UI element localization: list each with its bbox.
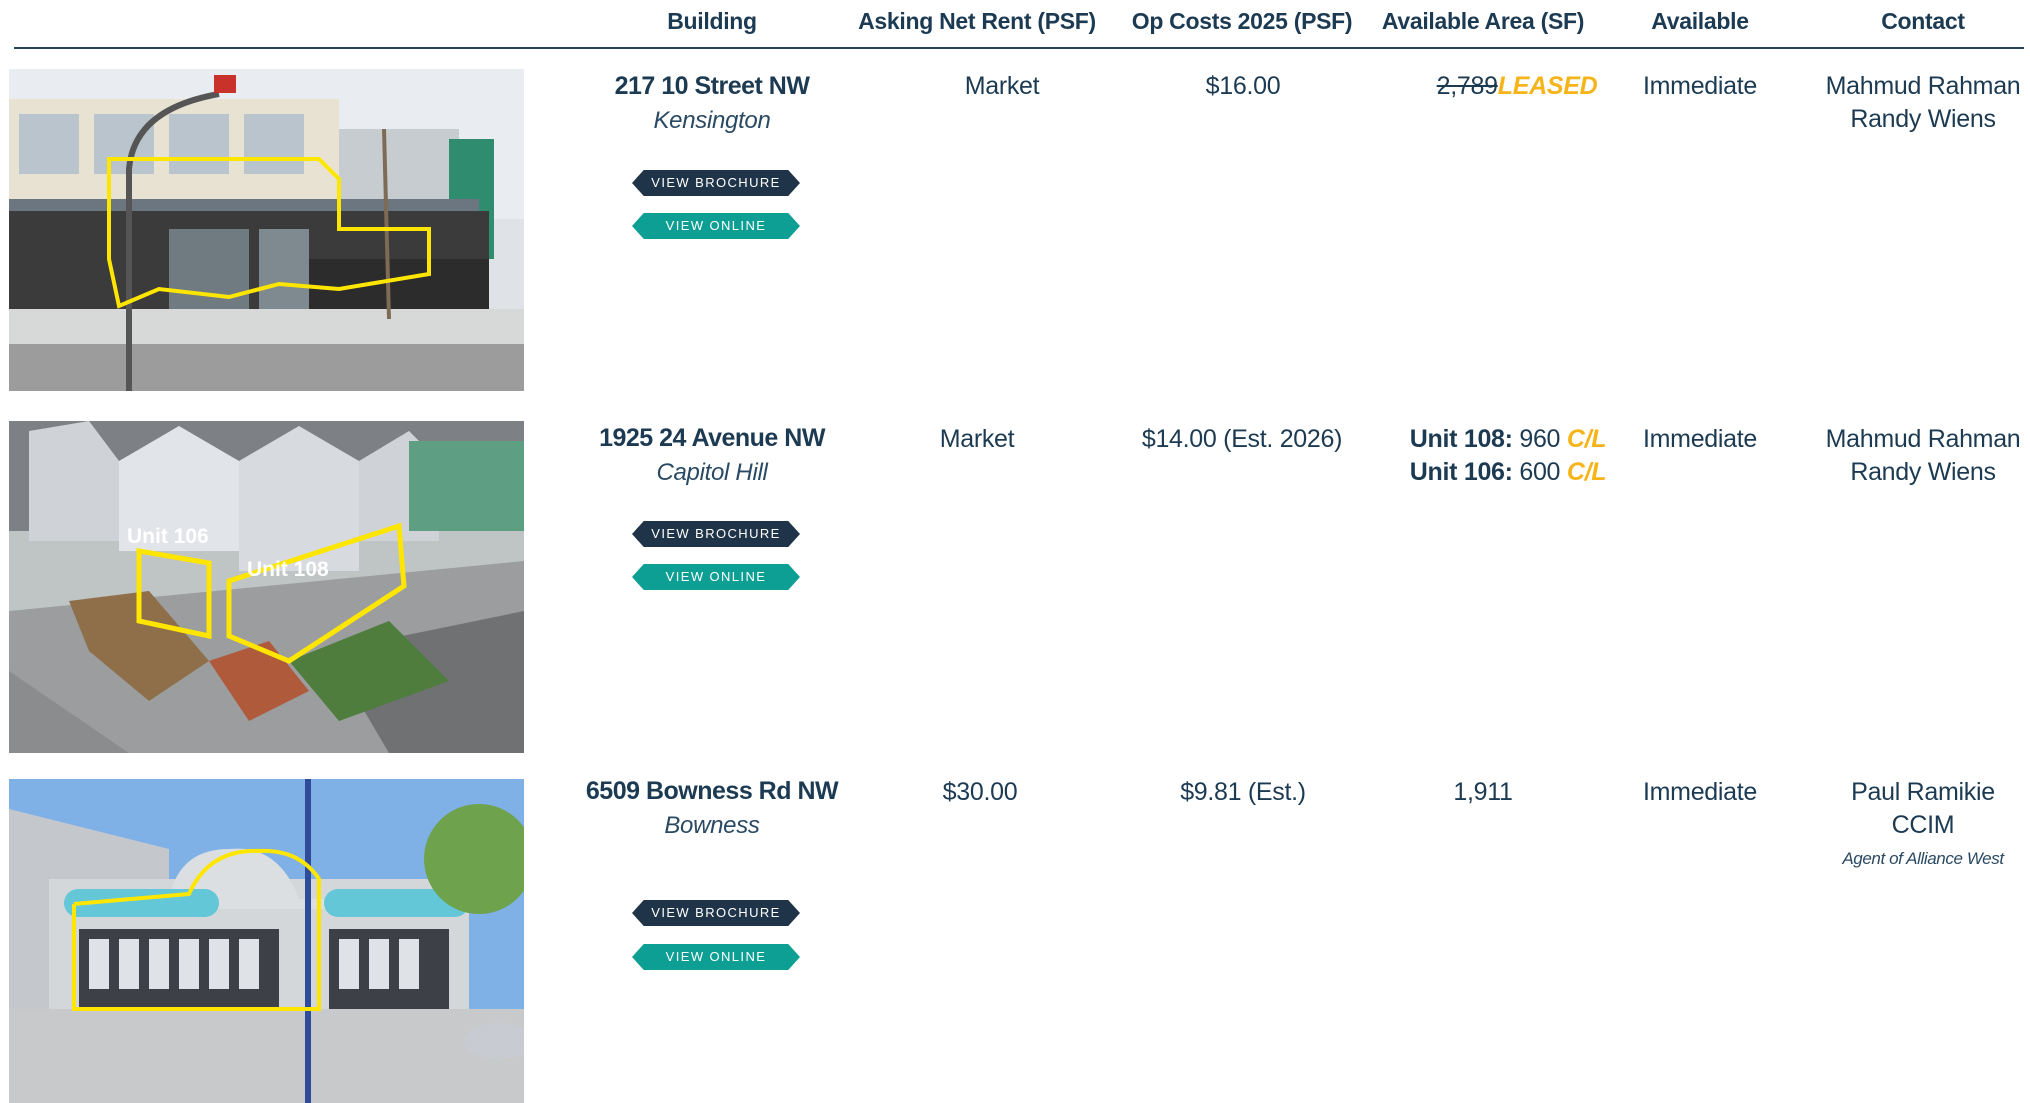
listing-address: 217 10 Street NW	[614, 72, 810, 100]
available-date: Immediate	[1642, 425, 1758, 453]
property-photo-kensington	[9, 69, 524, 391]
photo-unit-108-label: Unit 108	[247, 558, 329, 581]
available-area: Unit 108: 960 C/L Unit 106: 600 C/L	[1409, 423, 1607, 489]
contact-name: Paul Ramikie	[1851, 778, 1995, 806]
header-op-costs: Op Costs 2025 (PSF)	[1131, 8, 1353, 34]
op-costs: $16.00	[1205, 72, 1281, 100]
status-badge: C/L	[1566, 458, 1607, 486]
area-struck-value: 2,789	[1436, 72, 1498, 100]
view-online-button[interactable]: VIEW ONLINE	[632, 213, 800, 239]
available-date: Immediate	[1642, 72, 1758, 100]
header-building: Building	[667, 8, 757, 34]
header-available-area: Available Area (SF)	[1381, 8, 1585, 34]
contact-name: Randy Wiens	[1850, 105, 1996, 133]
available-date: Immediate	[1642, 778, 1758, 806]
contact: Mahmud Rahman Randy Wiens	[1826, 70, 2021, 136]
unit-label: Unit 108:	[1409, 425, 1513, 453]
op-costs: $9.81 (Est.)	[1180, 778, 1306, 806]
view-online-button[interactable]: VIEW ONLINE	[632, 944, 800, 970]
header-asking-rent: Asking Net Rent (PSF)	[858, 8, 1096, 34]
view-brochure-button[interactable]: VIEW BROCHURE	[632, 170, 800, 196]
unit-label: Unit 106:	[1409, 458, 1513, 486]
listing-neighbourhood: Kensington	[653, 107, 771, 134]
header-available: Available	[1651, 8, 1749, 34]
contact-name: Mahmud Rahman	[1825, 72, 2021, 100]
op-costs: $14.00 (Est. 2026)	[1141, 425, 1343, 453]
status-badge: C/L	[1566, 425, 1607, 453]
view-brochure-button[interactable]: VIEW BROCHURE	[632, 521, 800, 547]
asking-rent: Market	[964, 72, 1040, 100]
available-area: 2,789LEASED	[1437, 70, 1598, 103]
listing-address: 1925 24 Avenue NW	[599, 424, 825, 452]
listing-3-title: 6509 Bowness Rd NW Bowness	[585, 777, 839, 840]
contact-designation: CCIM	[1891, 811, 1955, 839]
leased-badge: LEASED	[1497, 72, 1598, 100]
available-area: 1,911	[1453, 778, 1513, 806]
photo-unit-106-label: Unit 106	[127, 525, 209, 548]
unit-area-line: Unit 108: 960 C/L	[1409, 423, 1607, 456]
header-divider	[14, 47, 2024, 49]
contact: Paul Ramikie CCIM Agent of Alliance West	[1842, 776, 2004, 875]
asking-rent: $30.00	[942, 778, 1018, 806]
contact-name: Mahmud Rahman	[1825, 425, 2021, 453]
listing-neighbourhood: Capitol Hill	[656, 459, 768, 486]
asking-rent: Market	[939, 425, 1015, 453]
view-online-button[interactable]: VIEW ONLINE	[632, 564, 800, 590]
property-photo-capitol-hill: Unit 106 Unit 108	[9, 421, 524, 753]
header-contact: Contact	[1881, 8, 1965, 34]
unit-area-value: 600	[1519, 458, 1561, 486]
listing-address: 6509 Bowness Rd NW	[585, 777, 839, 805]
unit-area-value: 960	[1519, 425, 1561, 453]
unit-area-line: Unit 106: 600 C/L	[1409, 456, 1607, 489]
listing-neighbourhood: Bowness	[664, 812, 760, 839]
listing-1-title: 217 10 Street NW Kensington	[615, 72, 810, 135]
property-photo-bowness	[9, 779, 524, 1103]
view-brochure-button[interactable]: VIEW BROCHURE	[632, 900, 800, 926]
listing-2-title: 1925 24 Avenue NW Capitol Hill	[599, 424, 825, 487]
contact-name: Randy Wiens	[1850, 458, 1996, 486]
contact: Mahmud Rahman Randy Wiens	[1826, 423, 2021, 489]
contact-note: Agent of Alliance West	[1842, 849, 2004, 868]
